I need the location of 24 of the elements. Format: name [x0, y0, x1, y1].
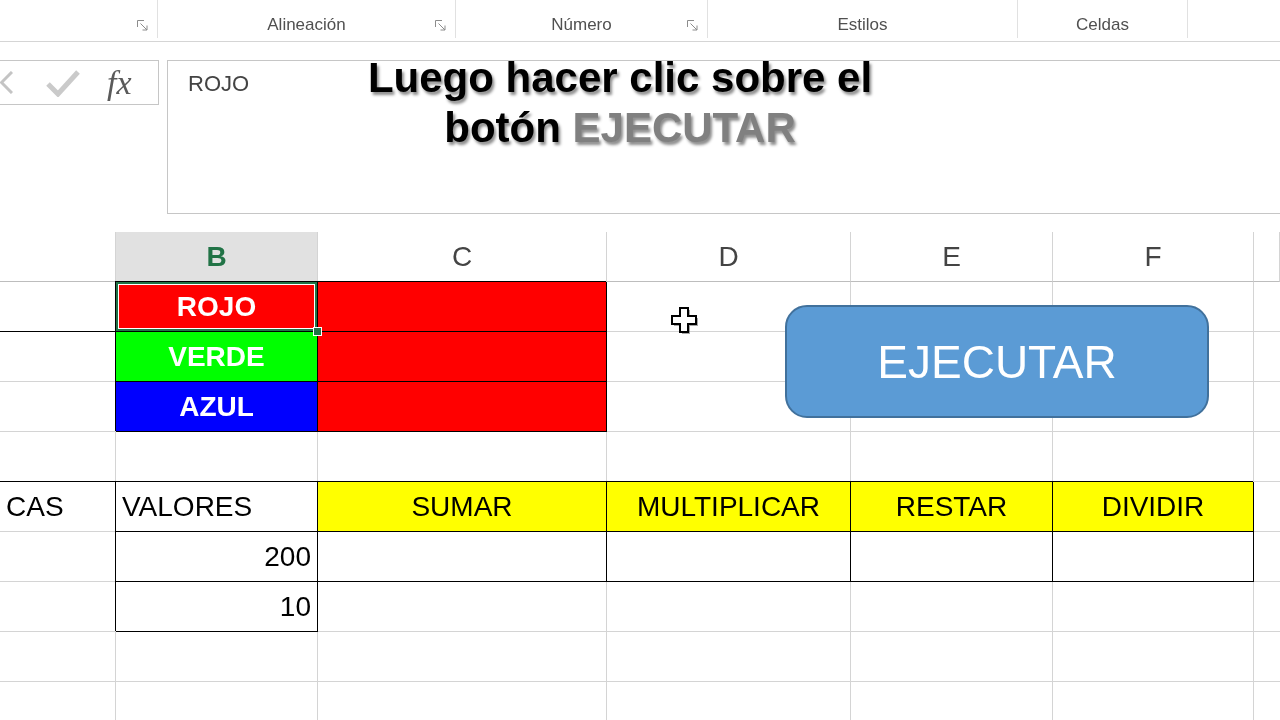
sheet-cell[interactable]: RESTAR — [851, 482, 1053, 532]
insert-function-button[interactable]: fx — [107, 62, 132, 103]
sheet-cell[interactable]: CAS — [0, 482, 116, 532]
sheet-cell[interactable]: 10 — [116, 582, 318, 632]
fill-handle-icon[interactable] — [313, 327, 322, 336]
dialog-launcher-icon[interactable] — [435, 19, 446, 31]
sheet-cell[interactable] — [1053, 532, 1254, 582]
column-header[interactable]: B — [116, 232, 318, 282]
dialog-launcher-icon[interactable] — [687, 19, 698, 31]
sheet-cell[interactable] — [318, 282, 607, 332]
ribbon-group-label: Alineación — [267, 15, 346, 35]
sheet-cell[interactable]: AZUL — [116, 382, 318, 432]
sheet-cell[interactable]: SUMAR — [318, 482, 607, 532]
sheet-cell[interactable] — [318, 332, 607, 382]
sheet-cell[interactable]: DIVIDIR — [1053, 482, 1254, 532]
ribbon-group-label: Estilos — [837, 15, 888, 35]
plus-cursor-icon — [671, 307, 701, 337]
check-icon[interactable] — [46, 68, 80, 97]
sheet-cell[interactable] — [318, 382, 607, 432]
ribbon-group-label: Celdas — [1076, 15, 1129, 35]
ribbon-group-label: Número — [551, 15, 612, 35]
sheet-cell[interactable]: MULTIPLICAR — [607, 482, 851, 532]
sheet-cell[interactable]: 200 — [116, 532, 318, 582]
dialog-launcher-icon[interactable] — [137, 19, 148, 31]
